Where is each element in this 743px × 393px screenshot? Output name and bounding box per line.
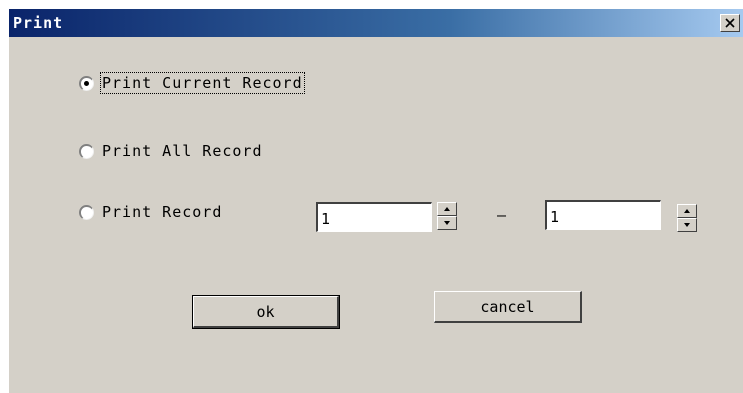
range-to-input[interactable]: 1 [545, 200, 661, 230]
print-dialog: Print Print Current Record Print All Rec… [8, 8, 743, 393]
cancel-button[interactable]: cancel [434, 291, 582, 323]
close-icon [725, 18, 735, 28]
close-button[interactable] [720, 14, 740, 32]
chevron-up-icon [684, 209, 690, 213]
range-to-spin-down[interactable] [677, 218, 697, 232]
radio-print-range[interactable] [79, 204, 94, 220]
option-print-all[interactable]: Print All Record [79, 142, 263, 160]
chevron-up-icon [444, 207, 450, 211]
chevron-down-icon [444, 221, 450, 225]
chevron-down-icon [684, 223, 690, 227]
radio-print-current[interactable] [79, 75, 94, 91]
range-to-spin-up[interactable] [677, 204, 697, 218]
range-from-spin-up[interactable] [437, 202, 457, 216]
range-from-spinner[interactable] [437, 202, 457, 230]
option-print-current[interactable]: Print Current Record [79, 72, 305, 94]
ok-button[interactable]: ok [192, 295, 340, 329]
option-label-print-all[interactable]: Print All Record [102, 142, 263, 160]
option-label-print-range[interactable]: Print Record [102, 203, 222, 221]
radio-print-all[interactable] [79, 143, 94, 159]
option-print-range[interactable]: Print Record [79, 203, 222, 221]
range-to-spinner[interactable] [677, 204, 697, 232]
range-separator: – [497, 206, 507, 224]
option-label-print-current[interactable]: Print Current Record [100, 72, 305, 94]
window-title: Print [13, 14, 64, 32]
range-from-input[interactable]: 1 [316, 202, 432, 232]
range-from-spin-down[interactable] [437, 216, 457, 230]
title-bar[interactable]: Print [9, 9, 743, 37]
